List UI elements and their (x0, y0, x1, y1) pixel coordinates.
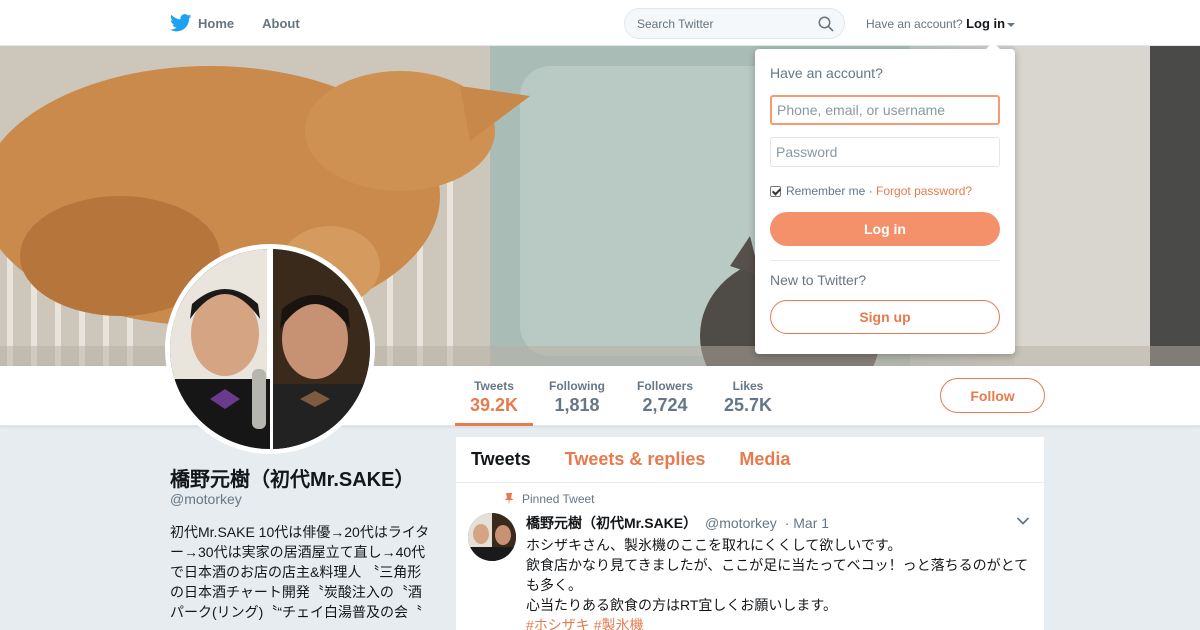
tweet-avatar-image (468, 513, 516, 561)
stat-likes[interactable]: Likes 25.7K (718, 366, 778, 426)
divider (770, 260, 1000, 261)
avatar-image (170, 249, 370, 449)
nav-left: Home About (170, 0, 328, 46)
tweet-author[interactable]: 橋野元樹（初代Mr.SAKE） (526, 515, 697, 531)
remember-row: Remember me · Forgot password? (770, 184, 972, 198)
pinned-context: Pinned Tweet (504, 491, 1029, 507)
stat-label: Following (549, 379, 605, 393)
stat-value: 39.2K (469, 395, 519, 415)
password-field[interactable] (770, 137, 1000, 167)
tweet-handle[interactable]: @motorkey (705, 515, 777, 531)
caret-down-icon (1007, 22, 1016, 27)
account-menu[interactable]: Have an account? Log in (866, 16, 1016, 31)
tweet-hashtags: #ホシザキ #製氷機 (526, 615, 1029, 630)
stat-value: 2,724 (642, 395, 688, 415)
profile-handle[interactable]: @motorkey (170, 491, 242, 507)
login-dropdown: Have an account? Remember me · Forgot pa… (755, 42, 1015, 354)
nav-about[interactable]: About (262, 16, 300, 31)
pinned-tweet[interactable]: Pinned Tweet 橋野元樹（初代Mr.SAKE） @motorkey ·… (456, 483, 1044, 630)
pin-icon (504, 493, 514, 505)
tweet-line: ホシザキさん、製氷機のここを取れにくくして欲しいです。 (526, 537, 902, 553)
tweet-line: 飲食店かなり見てきましたが、ここが足に当たってベコッ！っと落ちるのがとても多く。 (526, 557, 1029, 593)
nav-home[interactable]: Home (170, 14, 234, 32)
timeline: Tweets Tweets & replies Media Pinned Twe… (456, 437, 1044, 630)
chevron-down-icon[interactable] (1016, 513, 1030, 531)
forgot-password-link[interactable]: Forgot password? (876, 184, 972, 198)
stat-value: 1,818 (554, 395, 600, 415)
login-link[interactable]: Log in (966, 16, 1005, 31)
remember-checkbox[interactable] (770, 185, 781, 197)
profile-name[interactable]: 橋野元樹（初代Mr.SAKE） (170, 463, 414, 492)
tab-media[interactable]: Media (739, 449, 790, 470)
hashtag-link[interactable]: #ホシザキ (526, 617, 590, 630)
tweet-avatar[interactable] (468, 513, 516, 561)
search-icon[interactable] (818, 16, 834, 37)
profile-bio: 初代Mr.SAKE 10代は俳優→20代はライター→30代は実家の居酒屋立て直し… (170, 524, 430, 620)
twitter-bird-icon (170, 14, 192, 32)
separator: · (868, 184, 873, 198)
dropdown-title: Have an account? (770, 65, 883, 81)
timeline-tabs: Tweets Tweets & replies Media (456, 437, 1044, 483)
tweet-header: 橋野元樹（初代Mr.SAKE） @motorkey · Mar 1 (526, 513, 1029, 533)
hashtag-link[interactable]: #製氷機 (594, 617, 644, 630)
stat-value: 25.7K (723, 395, 773, 415)
search-box (624, 8, 845, 39)
stat-tweets[interactable]: Tweets 39.2K (455, 366, 533, 426)
signup-button[interactable]: Sign up (770, 300, 1000, 334)
remember-label[interactable]: Remember me (786, 184, 865, 198)
nav-home-label: Home (198, 15, 235, 31)
stat-label: Followers (636, 379, 693, 393)
account-prompt: Have an account? (866, 17, 963, 31)
stat-label: Likes (732, 379, 764, 393)
top-navigation: Home About Have an account? Log in (0, 0, 1200, 46)
profile-avatar[interactable] (165, 244, 375, 454)
tweet-line: 心当たりある飲食の方はRT宜しくお願いします。 (526, 597, 838, 613)
follow-button[interactable]: Follow (940, 378, 1045, 413)
search-input[interactable] (625, 9, 805, 38)
stat-following[interactable]: Following 1,818 (540, 366, 614, 426)
nav-about-label: About (262, 15, 300, 31)
login-button[interactable]: Log in (770, 212, 1000, 246)
pinned-label: Pinned Tweet (522, 492, 595, 506)
username-field[interactable] (770, 95, 1000, 125)
stat-followers[interactable]: Followers 2,724 (630, 366, 700, 426)
tweet-text: ホシザキさん、製氷機のここを取れにくくして欲しいです。 飲食店かなり見てきました… (526, 535, 1029, 630)
tab-tweets-replies[interactable]: Tweets & replies (565, 449, 706, 470)
stat-label: Tweets (474, 379, 514, 393)
tab-tweets[interactable]: Tweets (471, 449, 531, 470)
tweet-date[interactable]: · Mar 1 (785, 515, 829, 531)
new-to-twitter-label: New to Twitter? (770, 272, 867, 288)
